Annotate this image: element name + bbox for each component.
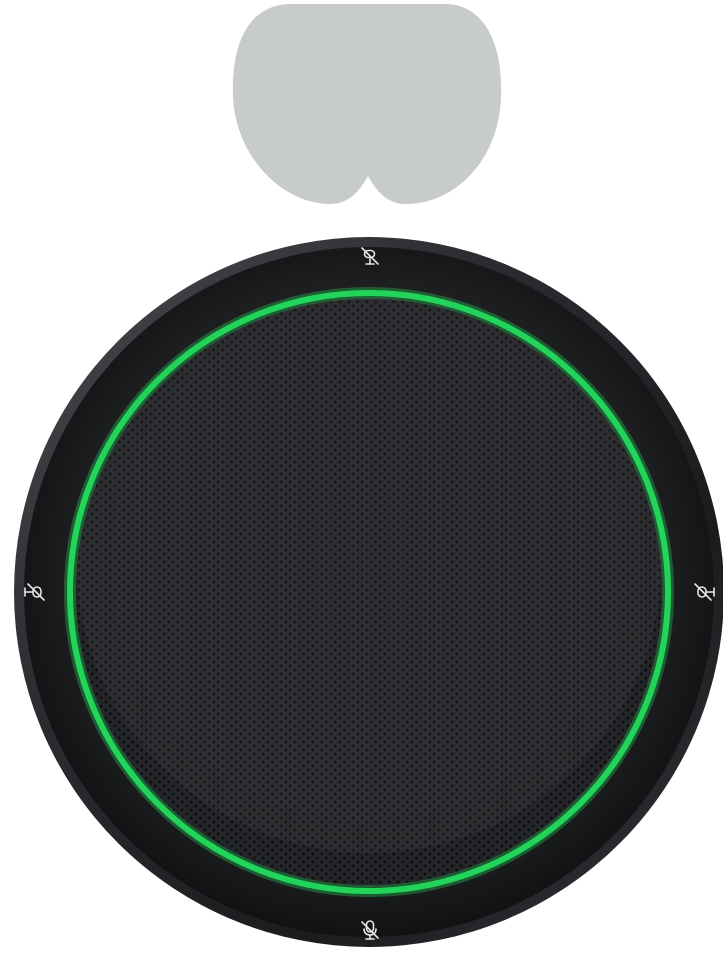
speakerphone bbox=[14, 237, 723, 947]
mute-icon[interactable] bbox=[22, 580, 46, 604]
mute-icon[interactable] bbox=[693, 580, 717, 604]
mute-icon[interactable] bbox=[358, 244, 382, 268]
mute-icon[interactable] bbox=[358, 918, 382, 942]
product-photo bbox=[0, 0, 723, 957]
